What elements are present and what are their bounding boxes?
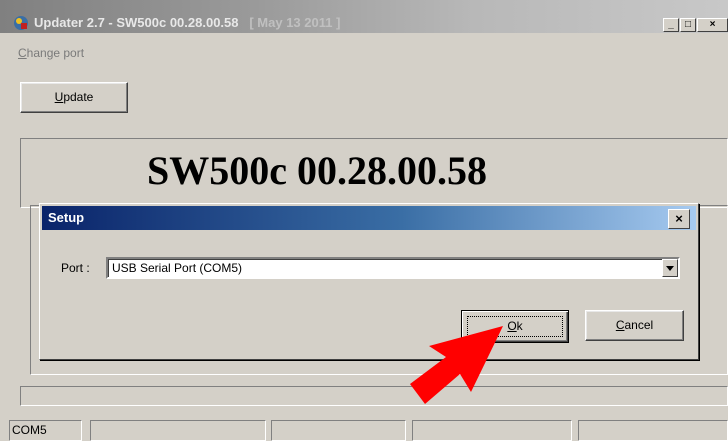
maximize-button[interactable]: □ [680, 18, 696, 32]
update-button[interactable]: Update [20, 82, 128, 113]
setup-dialog: Setup × Port : USB Serial Port (COM5) Ok… [39, 203, 699, 360]
window-title-date: [ May 13 2011 ] [249, 15, 341, 30]
chevron-down-icon [666, 266, 674, 271]
status-panel-2 [90, 420, 266, 441]
setup-close-button[interactable]: × [668, 209, 690, 229]
firmware-version: SW500c 00.28.00.58 [147, 148, 487, 193]
status-panel-4 [412, 420, 572, 441]
window-title: Updater 2.7 - SW500c 00.28.00.58 [ May 1… [34, 15, 340, 30]
port-select[interactable]: USB Serial Port (COM5) [106, 257, 680, 279]
red-arrow-annotation [410, 326, 503, 404]
status-panel-3 [271, 420, 406, 441]
port-dropdown-button[interactable] [662, 259, 678, 277]
setup-title: Setup [48, 210, 85, 225]
status-panel-5 [578, 420, 728, 441]
minimize-button[interactable]: _ [663, 18, 679, 32]
cancel-button[interactable]: Cancel [585, 310, 684, 341]
port-label: Port : [61, 261, 90, 275]
status-port: COM5 [9, 420, 82, 441]
window-title-main: Updater 2.7 - SW500c 00.28.00.58 [34, 15, 239, 30]
main-title-bar[interactable]: Updater 2.7 - SW500c 00.28.00.58 [ May 1… [0, 0, 728, 33]
setup-title-bar[interactable]: Setup [42, 206, 696, 230]
menu-change-port[interactable]: Change port [18, 46, 84, 60]
status-bar: COM5 [0, 416, 728, 441]
port-select-value: USB Serial Port (COM5) [112, 261, 243, 275]
progress-bar [20, 386, 728, 406]
updater-window: Updater 2.7 - SW500c 00.28.00.58 [ May 1… [0, 0, 728, 441]
close-button[interactable]: × [697, 18, 728, 32]
app-icon [14, 16, 28, 30]
